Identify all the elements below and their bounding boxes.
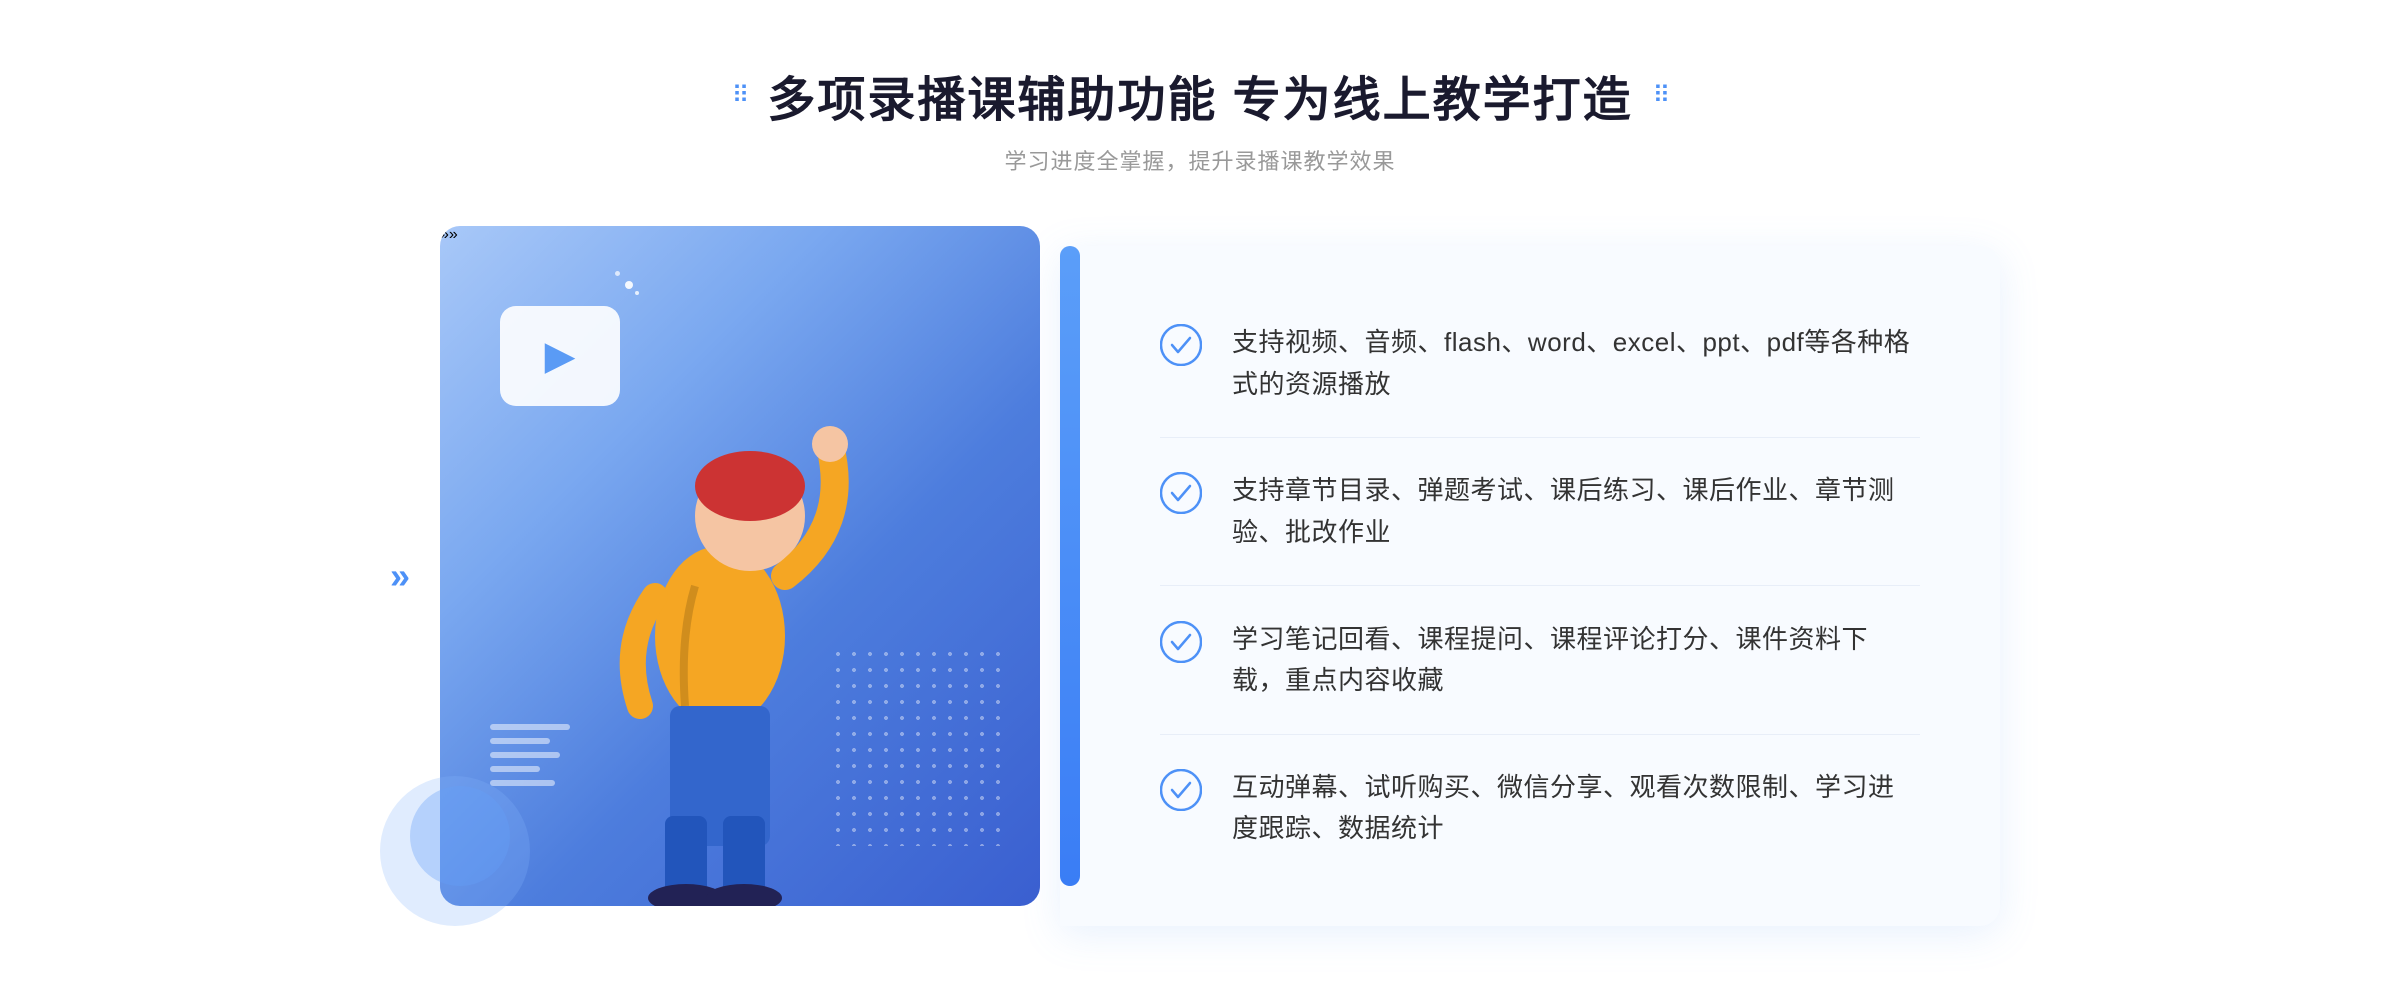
sparkle2-decoration	[615, 271, 620, 276]
blue-bar-decoration	[1060, 246, 1080, 886]
feature-item-1: 支持视频、音频、flash、word、excel、ppt、pdf等各种格式的资源…	[1160, 302, 1920, 425]
feature-divider-2	[1160, 585, 1920, 586]
feature-text-1: 支持视频、音频、flash、word、excel、ppt、pdf等各种格式的资源…	[1232, 322, 1920, 405]
dot-icon-right: ⠿	[1653, 81, 1669, 110]
feature-text-2: 支持章节目录、弹题考试、课后练习、课后作业、章节测验、批改作业	[1232, 470, 1920, 553]
sparkle1-decoration	[625, 281, 633, 289]
page-title: 多项录播课辅助功能 专为线上教学打造	[767, 60, 1632, 130]
check-icon-1	[1160, 324, 1202, 366]
feature-item-3: 学习笔记回看、课程提问、课程评论打分、课件资料下载，重点内容收藏	[1160, 599, 1920, 722]
check-icon-3	[1160, 621, 1202, 663]
content-area: »» 支持视频、音频、flash、word、excel、ppt、pdf等各种格式…	[400, 226, 2000, 926]
deco-circle-inner	[410, 786, 510, 886]
deco-line-4	[490, 766, 540, 772]
check-icon-2	[1160, 472, 1202, 514]
check-icon-4	[1160, 769, 1202, 811]
feature-text-4: 互动弹幕、试听购买、微信分享、观看次数限制、学习进度跟踪、数据统计	[1232, 767, 1920, 850]
features-panel: 支持视频、音频、flash、word、excel、ppt、pdf等各种格式的资源…	[1060, 246, 2000, 926]
feature-item-2: 支持章节目录、弹题考试、课后练习、课后作业、章节测验、批改作业	[1160, 450, 1920, 573]
illustration-container: »»	[400, 226, 1080, 926]
title-row: ⠿ 多项录播课辅助功能 专为线上教学打造 ⠿	[732, 60, 1669, 130]
dot-icon-left: ⠿	[732, 81, 748, 110]
feature-divider-1	[1160, 437, 1920, 438]
feature-divider-3	[1160, 734, 1920, 735]
header-section: ⠿ 多项录播课辅助功能 专为线上教学打造 ⠿ 学习进度全掌握，提升录播课教学效果	[732, 60, 1669, 176]
feature-text-3: 学习笔记回看、课程提问、课程评论打分、课件资料下载，重点内容收藏	[1232, 619, 1920, 702]
sparkle3-decoration	[635, 291, 639, 295]
page-subtitle: 学习进度全掌握，提升录播课教学效果	[1004, 144, 1395, 176]
illustration-card: »»	[440, 226, 1040, 906]
feature-item-4: 互动弹幕、试听购买、微信分享、观看次数限制、学习进度跟踪、数据统计	[1160, 747, 1920, 870]
person-illustration	[540, 326, 900, 906]
